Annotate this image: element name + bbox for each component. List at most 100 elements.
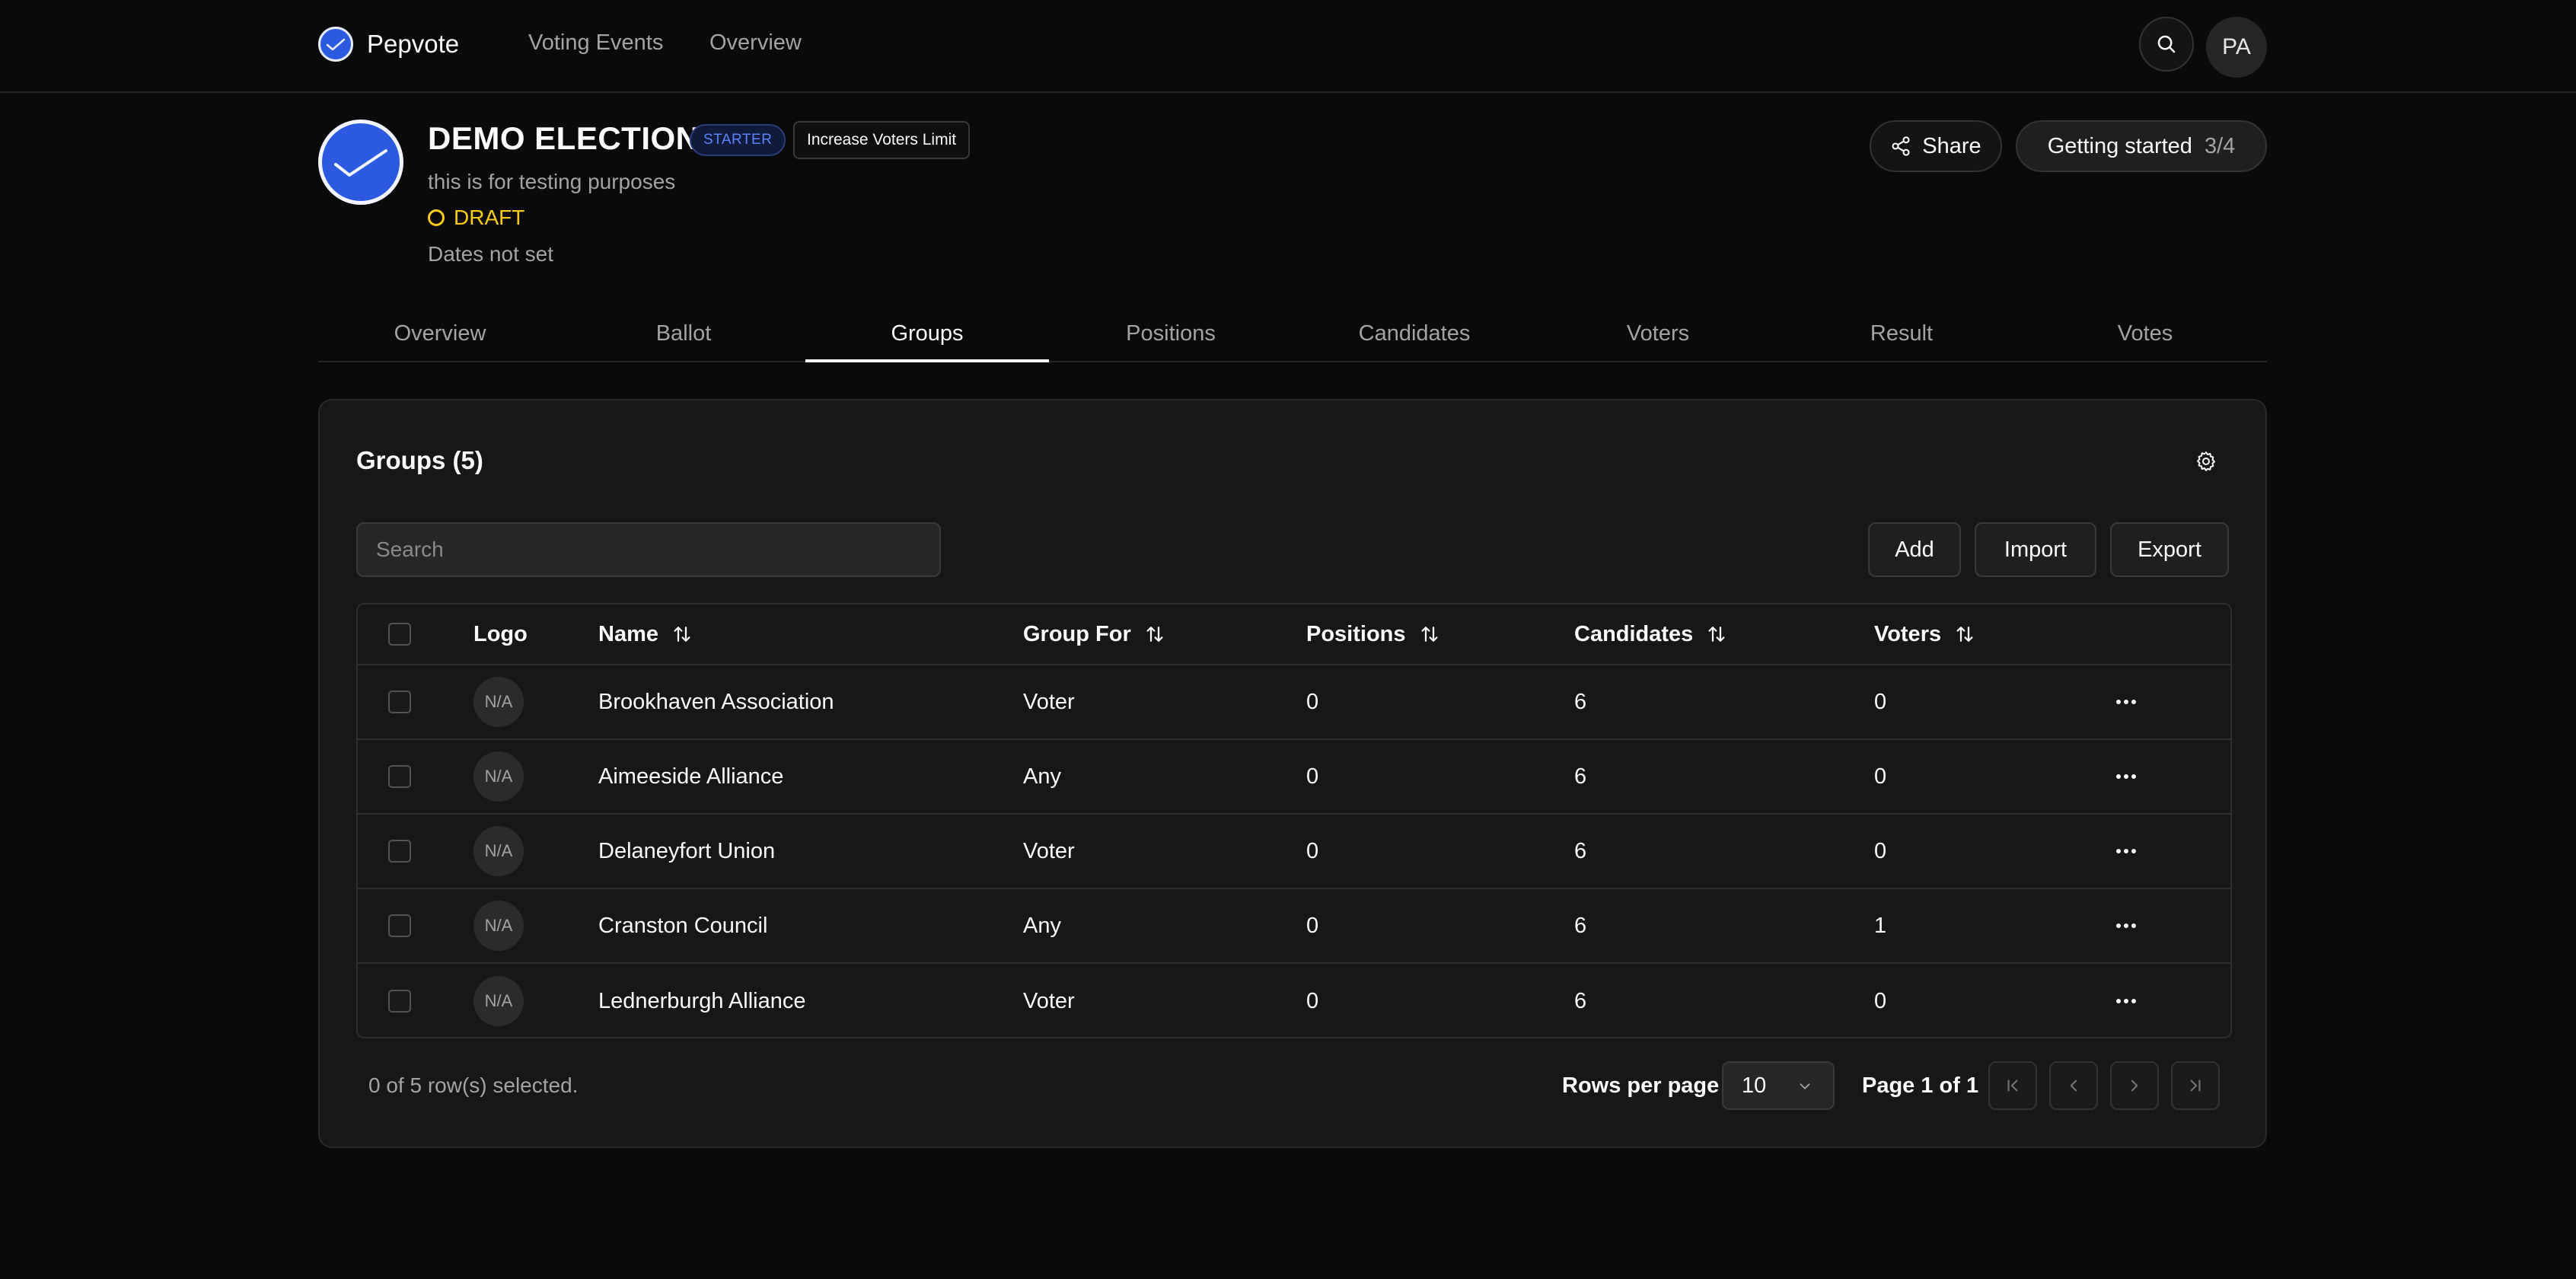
previous-page-button[interactable] — [2049, 1061, 2098, 1110]
col-voters: Voters — [1874, 621, 1942, 646]
more-horizontal-icon — [2116, 700, 2136, 704]
rows-per-page-select[interactable]: 10 — [1722, 1061, 1835, 1110]
chevron-down-icon — [1800, 1083, 1810, 1089]
group-candidates: 6 — [1574, 764, 1587, 789]
row-actions-button[interactable] — [2116, 815, 2136, 888]
search-button[interactable] — [2139, 17, 2194, 72]
election-description: this is for testing purposes — [428, 170, 676, 193]
getting-started-label: Getting started — [2047, 133, 2192, 158]
increase-voters-limit-button[interactable]: Increase Voters Limit — [793, 121, 971, 159]
row-actions-button[interactable] — [2116, 740, 2136, 813]
group-positions: 0 — [1306, 764, 1319, 789]
first-page-button[interactable] — [1988, 1061, 2037, 1110]
row-actions-button[interactable] — [2116, 964, 2136, 1037]
nav-link-voting-events[interactable]: Voting Events — [528, 30, 663, 56]
tab-groups[interactable]: Groups — [805, 311, 1049, 362]
group-voters: 0 — [1874, 764, 1887, 789]
group-candidates: 6 — [1574, 913, 1587, 938]
row-checkbox[interactable] — [388, 840, 411, 863]
next-page-button[interactable] — [2110, 1061, 2159, 1110]
group-candidates: 6 — [1574, 988, 1587, 1013]
tab-candidates[interactable]: Candidates — [1293, 311, 1536, 361]
more-horizontal-icon — [2116, 849, 2136, 853]
col-candidates: Candidates — [1574, 621, 1694, 646]
col-voters-header[interactable]: Voters — [1874, 604, 1976, 664]
import-button[interactable]: Import — [1975, 522, 2096, 577]
sort-icon — [1705, 623, 1728, 646]
tab-voters[interactable]: Voters — [1536, 311, 1780, 361]
search-icon — [2157, 35, 2176, 53]
more-horizontal-icon — [2116, 999, 2136, 1003]
more-horizontal-icon — [2116, 774, 2136, 779]
row-checkbox[interactable] — [388, 914, 411, 937]
tab-ballot[interactable]: Ballot — [562, 311, 805, 361]
row-checkbox[interactable] — [388, 765, 411, 788]
table-row[interactable]: N/A Brookhaven Association Voter 0 6 0 — [358, 665, 2230, 740]
sort-icon — [1953, 623, 1976, 646]
group-voters: 1 — [1874, 913, 1887, 938]
group-name: Brookhaven Association — [598, 689, 834, 714]
row-checkbox[interactable] — [388, 691, 411, 713]
nav-link-overview[interactable]: Overview — [709, 30, 802, 56]
group-logo-placeholder: N/A — [473, 751, 524, 802]
tab-result[interactable]: Result — [1780, 311, 2023, 361]
getting-started-progress: 3/4 — [2204, 133, 2236, 158]
col-group-for-header[interactable]: Group For — [1023, 604, 1166, 664]
group-for: Any — [1023, 913, 1061, 938]
export-button[interactable]: Export — [2110, 522, 2229, 577]
col-candidates-header[interactable]: Candidates — [1574, 604, 1728, 664]
chevron-left-icon — [2070, 1080, 2077, 1092]
chevrons-right-icon — [2190, 1080, 2201, 1092]
brand-name: Pepvote — [367, 30, 460, 58]
group-voters: 0 — [1874, 838, 1887, 863]
search-input[interactable] — [356, 522, 941, 577]
share-button[interactable]: Share — [1870, 120, 2002, 172]
select-all-cell — [388, 604, 411, 664]
tab-votes[interactable]: Votes — [2023, 311, 2267, 361]
status-text: DRAFT — [454, 206, 525, 229]
user-avatar[interactable]: PA — [2206, 17, 2267, 78]
row-actions-button[interactable] — [2116, 665, 2136, 738]
row-actions-button[interactable] — [2116, 889, 2136, 962]
rows-per-page-label: Rows per page — [1562, 1073, 1720, 1098]
last-page-button[interactable] — [2171, 1061, 2220, 1110]
brand-logo-icon — [318, 27, 353, 62]
groups-table: Logo Name Group For Positions Candidates… — [356, 603, 2232, 1038]
tab-positions[interactable]: Positions — [1049, 311, 1293, 361]
election-tabs: Overview Ballot Groups Positions Candida… — [318, 311, 2267, 362]
getting-started-button[interactable]: Getting started 3/4 — [2016, 120, 2267, 172]
row-checkbox[interactable] — [388, 990, 411, 1013]
table-row[interactable]: N/A Cranston Council Any 0 6 1 — [358, 889, 2230, 964]
group-name: Cranston Council — [598, 913, 768, 938]
table-row[interactable]: N/A Delaneyfort Union Voter 0 6 0 — [358, 815, 2230, 889]
selection-count: 0 of 5 row(s) selected. — [368, 1073, 579, 1097]
election-dates: Dates not set — [428, 242, 553, 266]
group-voters: 0 — [1874, 988, 1887, 1013]
tab-overview[interactable]: Overview — [318, 311, 562, 361]
group-logo-placeholder: N/A — [473, 976, 524, 1026]
group-name: Lednerburgh Alliance — [598, 988, 806, 1013]
group-for: Voter — [1023, 838, 1075, 863]
brand[interactable]: Pepvote — [318, 26, 459, 62]
groups-card: Groups (5) Add Import Export Logo Name G… — [318, 399, 2267, 1148]
table-row[interactable]: N/A Aimeeside Alliance Any 0 6 0 — [358, 740, 2230, 815]
chevron-right-icon — [2131, 1080, 2138, 1092]
add-button[interactable]: Add — [1868, 522, 1961, 577]
group-logo-placeholder: N/A — [473, 826, 524, 876]
group-positions: 0 — [1306, 913, 1319, 938]
top-navbar: Pepvote Voting Events Overview PA — [0, 0, 2576, 93]
checkmark-icon — [334, 149, 387, 177]
settings-button[interactable] — [2191, 446, 2221, 477]
group-positions: 0 — [1306, 838, 1319, 863]
table-row[interactable]: N/A Lednerburgh Alliance Voter 0 6 0 — [358, 964, 2230, 1037]
col-positions-header[interactable]: Positions — [1306, 604, 1441, 664]
col-logo: Logo — [473, 621, 528, 646]
table-header: Logo Name Group For Positions Candidates… — [358, 604, 2230, 665]
sort-icon — [671, 623, 693, 646]
group-for: Any — [1023, 764, 1061, 789]
group-for: Voter — [1023, 689, 1075, 714]
col-name-header[interactable]: Name — [598, 604, 693, 664]
col-group-for: Group For — [1023, 621, 1131, 646]
select-all-checkbox[interactable] — [388, 623, 411, 646]
election-logo — [318, 120, 403, 205]
